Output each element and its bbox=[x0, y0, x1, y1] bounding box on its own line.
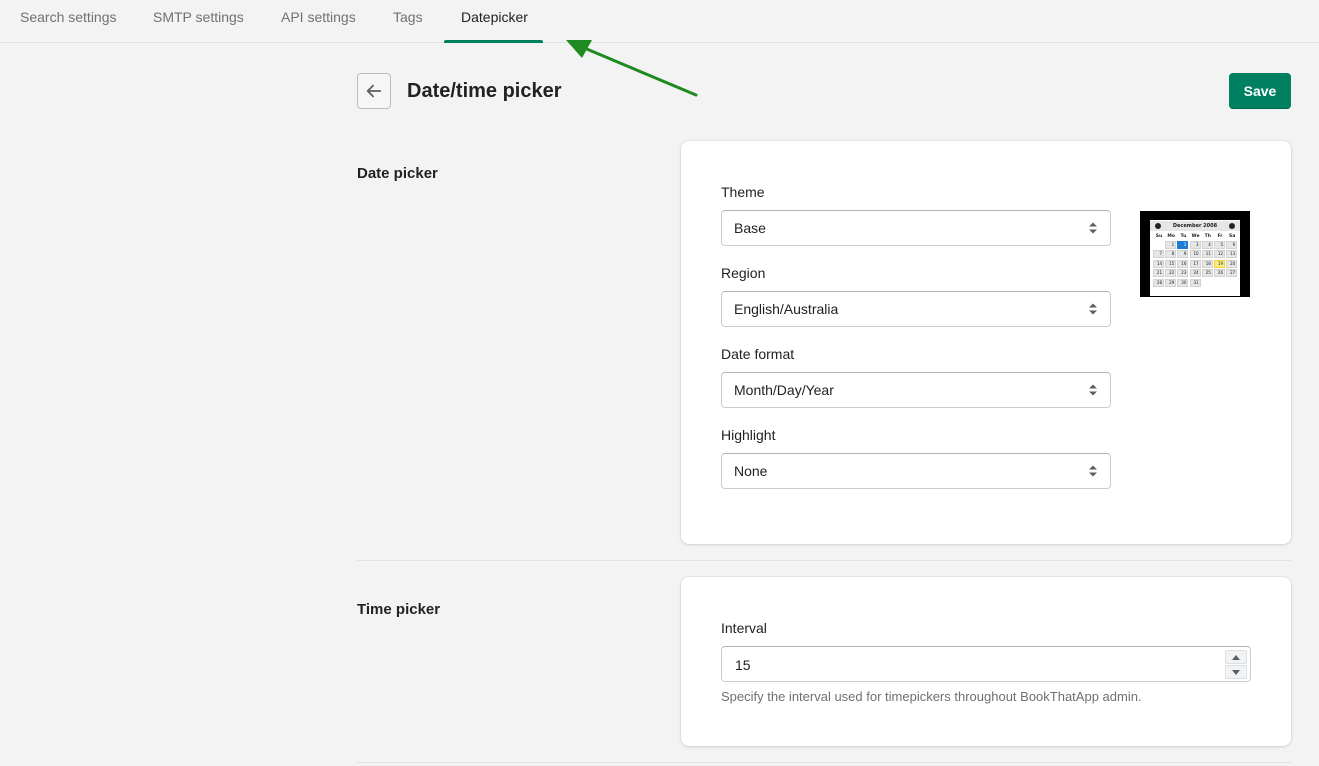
calendar-day: 30 bbox=[1177, 278, 1189, 287]
chevron-up-icon bbox=[1232, 654, 1240, 660]
calendar-day: 12 bbox=[1214, 250, 1225, 259]
calendar-day: 29 bbox=[1165, 278, 1177, 287]
calendar-day: 22 bbox=[1165, 269, 1177, 278]
calendar-prev-icon bbox=[1155, 223, 1161, 229]
calendar-weekday: Mo bbox=[1167, 234, 1175, 239]
calendar-day: 28 bbox=[1153, 278, 1164, 287]
calendar-day: 15 bbox=[1165, 259, 1177, 268]
save-button[interactable]: Save bbox=[1229, 73, 1291, 109]
calendar-day: 14 bbox=[1153, 259, 1164, 268]
calendar-day: 20 bbox=[1226, 259, 1238, 268]
tab-datepicker[interactable]: Datepicker bbox=[461, 0, 528, 43]
page-title: Date/time picker bbox=[407, 80, 562, 102]
select-caret-icon bbox=[1089, 222, 1097, 234]
calendar-day: 7 bbox=[1153, 250, 1164, 259]
calendar-weekday: Th bbox=[1204, 234, 1211, 239]
calendar-day: 3 bbox=[1189, 241, 1201, 249]
calendar-month-title: December 2008 bbox=[1150, 221, 1240, 231]
highlight-select-value: None bbox=[734, 463, 768, 479]
highlight-label: Highlight bbox=[721, 427, 776, 443]
calendar-day: 21 bbox=[1153, 269, 1164, 278]
interval-decrement-button[interactable] bbox=[1225, 665, 1247, 679]
calendar-day: 8 bbox=[1165, 250, 1177, 259]
calendar-weekday: Fr bbox=[1217, 234, 1223, 239]
section-divider bbox=[357, 560, 1291, 561]
theme-select-value: Base bbox=[734, 220, 766, 236]
calendar-weekday: Tu bbox=[1180, 234, 1187, 239]
tab-search-settings[interactable]: Search settings bbox=[20, 0, 117, 43]
interval-input[interactable]: 15 bbox=[721, 646, 1251, 682]
tab-smtp-settings[interactable]: SMTP settings bbox=[153, 0, 244, 43]
calendar-day: 27 bbox=[1226, 269, 1238, 278]
select-caret-icon bbox=[1089, 303, 1097, 315]
tab-api-settings[interactable]: API settings bbox=[281, 0, 356, 43]
date-picker-section-title: Date picker bbox=[357, 165, 438, 182]
theme-label: Theme bbox=[721, 184, 765, 200]
calendar-day: 13 bbox=[1226, 250, 1238, 259]
region-select[interactable]: English/Australia bbox=[721, 291, 1111, 327]
interval-help-text: Specify the interval used for timepicker… bbox=[721, 689, 1142, 704]
calendar-day: 17 bbox=[1189, 259, 1201, 268]
calendar-day: 11 bbox=[1201, 250, 1213, 259]
calendar-day: 26 bbox=[1214, 269, 1225, 278]
theme-select[interactable]: Base bbox=[721, 210, 1111, 246]
region-label: Region bbox=[721, 265, 766, 281]
interval-label: Interval bbox=[721, 620, 767, 636]
section-divider bbox=[357, 762, 1291, 763]
interval-input-value: 15 bbox=[735, 657, 751, 673]
calendar-day: 19 bbox=[1214, 259, 1225, 268]
date-format-select-value: Month/Day/Year bbox=[734, 382, 834, 398]
calendar-preview: December 2008 Su Mo Tu We Th Fr Sa 1 2 3 4 5 6 7 8 9 10 1… bbox=[1150, 220, 1240, 296]
calendar-weekday: Su bbox=[1155, 234, 1163, 239]
calendar-day: 24 bbox=[1189, 269, 1201, 278]
calendar-next-icon bbox=[1229, 223, 1235, 229]
calendar-day: 4 bbox=[1201, 241, 1213, 249]
annotation-arrow-icon bbox=[566, 40, 698, 97]
arrow-left-icon bbox=[366, 84, 382, 98]
calendar-weekday: Sa bbox=[1229, 234, 1236, 239]
back-button[interactable] bbox=[357, 73, 391, 109]
tab-tags[interactable]: Tags bbox=[393, 0, 423, 43]
calendar-weekday: We bbox=[1191, 234, 1200, 239]
select-caret-icon bbox=[1089, 384, 1097, 396]
calendar-day: 10 bbox=[1189, 250, 1201, 259]
calendar-day: 25 bbox=[1201, 269, 1213, 278]
calendar-day: 18 bbox=[1201, 259, 1213, 268]
time-picker-section-title: Time picker bbox=[357, 601, 441, 618]
calendar-day: 9 bbox=[1177, 250, 1189, 259]
calendar-day: 1 bbox=[1165, 241, 1177, 249]
highlight-select[interactable]: None bbox=[721, 453, 1111, 489]
interval-increment-button[interactable] bbox=[1225, 650, 1247, 664]
date-format-select[interactable]: Month/Day/Year bbox=[721, 372, 1111, 408]
calendar-day: 5 bbox=[1214, 241, 1225, 249]
active-tab-indicator bbox=[444, 40, 543, 43]
theme-preview-image: December 2008 Su Mo Tu We Th Fr Sa 1 2 3 4 5 6 7 8 9 10 1… bbox=[1140, 211, 1250, 297]
select-caret-icon bbox=[1089, 465, 1097, 477]
region-select-value: English/Australia bbox=[734, 301, 839, 317]
calendar-day: 2 bbox=[1177, 241, 1189, 249]
calendar-day: 31 bbox=[1189, 278, 1201, 287]
chevron-down-icon bbox=[1232, 669, 1240, 675]
calendar-day: 23 bbox=[1177, 269, 1189, 278]
calendar-day: 6 bbox=[1226, 241, 1238, 249]
calendar-day: 16 bbox=[1177, 259, 1189, 268]
date-format-label: Date format bbox=[721, 346, 795, 362]
